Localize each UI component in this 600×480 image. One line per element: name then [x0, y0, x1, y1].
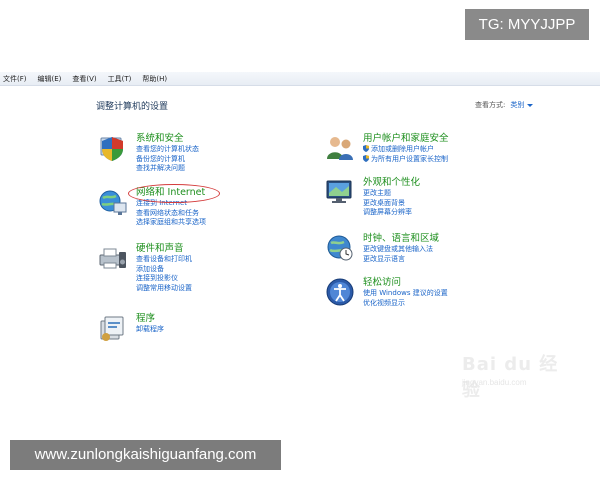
- uac-shield-icon: [363, 145, 369, 152]
- category-title[interactable]: 轻松访问: [363, 277, 543, 289]
- link-backup[interactable]: 备份您的计算机: [136, 155, 316, 165]
- clock-globe-icon[interactable]: [325, 233, 355, 263]
- programs-icon[interactable]: [98, 313, 128, 343]
- category-title[interactable]: 用户帐户和家庭安全: [363, 133, 543, 145]
- ease-of-access-icon[interactable]: [325, 277, 355, 307]
- monitor-icon[interactable]: [325, 177, 355, 207]
- link-label: 为所有用户设置家长控制: [371, 154, 448, 163]
- link-add-remove-accounts[interactable]: 添加或删除用户帐户: [363, 145, 543, 155]
- menu-bar: 文件(F) 编辑(E) 查看(V) 工具(T) 帮助(H): [0, 72, 600, 86]
- link-change-theme[interactable]: 更改主题: [363, 189, 543, 199]
- menu-file[interactable]: 文件(F): [3, 74, 27, 84]
- overlay-tag: TG: MYYJJPP: [465, 9, 589, 40]
- link-label: 添加或删除用户帐户: [371, 145, 434, 153]
- menu-help[interactable]: 帮助(H): [142, 74, 167, 84]
- category-title[interactable]: 时钟、语言和区域: [363, 233, 543, 245]
- users-icon[interactable]: [325, 133, 355, 163]
- category-title[interactable]: 程序: [136, 313, 316, 325]
- chevron-down-icon[interactable]: [527, 103, 534, 107]
- category-title[interactable]: 外观和个性化: [363, 177, 543, 189]
- link-keyboard-input[interactable]: 更改键盘或其他输入法: [363, 245, 543, 255]
- link-parental-controls[interactable]: 为所有用户设置家长控制: [363, 154, 543, 165]
- link-devices-printers[interactable]: 查看设备和打印机: [136, 255, 316, 265]
- page-title: 调整计算机的设置: [96, 102, 169, 112]
- link-homegroup[interactable]: 选择家庭组和共享选项: [136, 218, 316, 228]
- category-title[interactable]: 硬件和声音: [136, 243, 316, 255]
- link-desktop-background[interactable]: 更改桌面背景: [363, 199, 543, 209]
- link-troubleshoot[interactable]: 查找并解决问题: [136, 164, 316, 174]
- link-recommended-settings[interactable]: 使用 Windows 建议的设置: [363, 289, 543, 299]
- view-by-label: 查看方式:: [475, 101, 506, 109]
- link-check-status[interactable]: 查看您的计算机状态: [136, 145, 316, 155]
- menu-edit[interactable]: 编辑(E): [38, 74, 62, 84]
- link-projector[interactable]: 连接到投影仪: [136, 274, 316, 284]
- baidu-jingyan-watermark: Bai du 经验: [462, 354, 559, 401]
- shield-pc-icon[interactable]: [98, 133, 128, 163]
- view-by: 查看方式: 类别: [475, 100, 534, 110]
- printer-speaker-icon[interactable]: [98, 243, 128, 273]
- link-mobility-settings[interactable]: 调整常用移动设置: [136, 284, 316, 294]
- link-optimize-display[interactable]: 优化视频显示: [363, 299, 543, 309]
- category-title[interactable]: 系统和安全: [136, 133, 316, 145]
- uac-shield-icon: [363, 154, 369, 162]
- link-add-device[interactable]: 添加设备: [136, 265, 316, 275]
- network-globe-icon[interactable]: [98, 187, 128, 217]
- menu-tools[interactable]: 工具(T): [108, 74, 132, 84]
- link-uninstall[interactable]: 卸载程序: [136, 325, 316, 335]
- link-network-status[interactable]: 查看网络状态和任务: [136, 209, 316, 219]
- view-by-dropdown[interactable]: 类别: [510, 101, 524, 109]
- menu-view[interactable]: 查看(V): [72, 74, 96, 84]
- link-display-language[interactable]: 更改显示语言: [363, 255, 543, 265]
- link-screen-resolution[interactable]: 调整屏幕分辨率: [363, 208, 543, 218]
- annotation-ellipse: [128, 184, 220, 203]
- watermark-url: jingyan.baidu.com: [462, 378, 527, 387]
- bottom-url-banner: www.zunlongkaishiguanfang.com: [10, 440, 281, 470]
